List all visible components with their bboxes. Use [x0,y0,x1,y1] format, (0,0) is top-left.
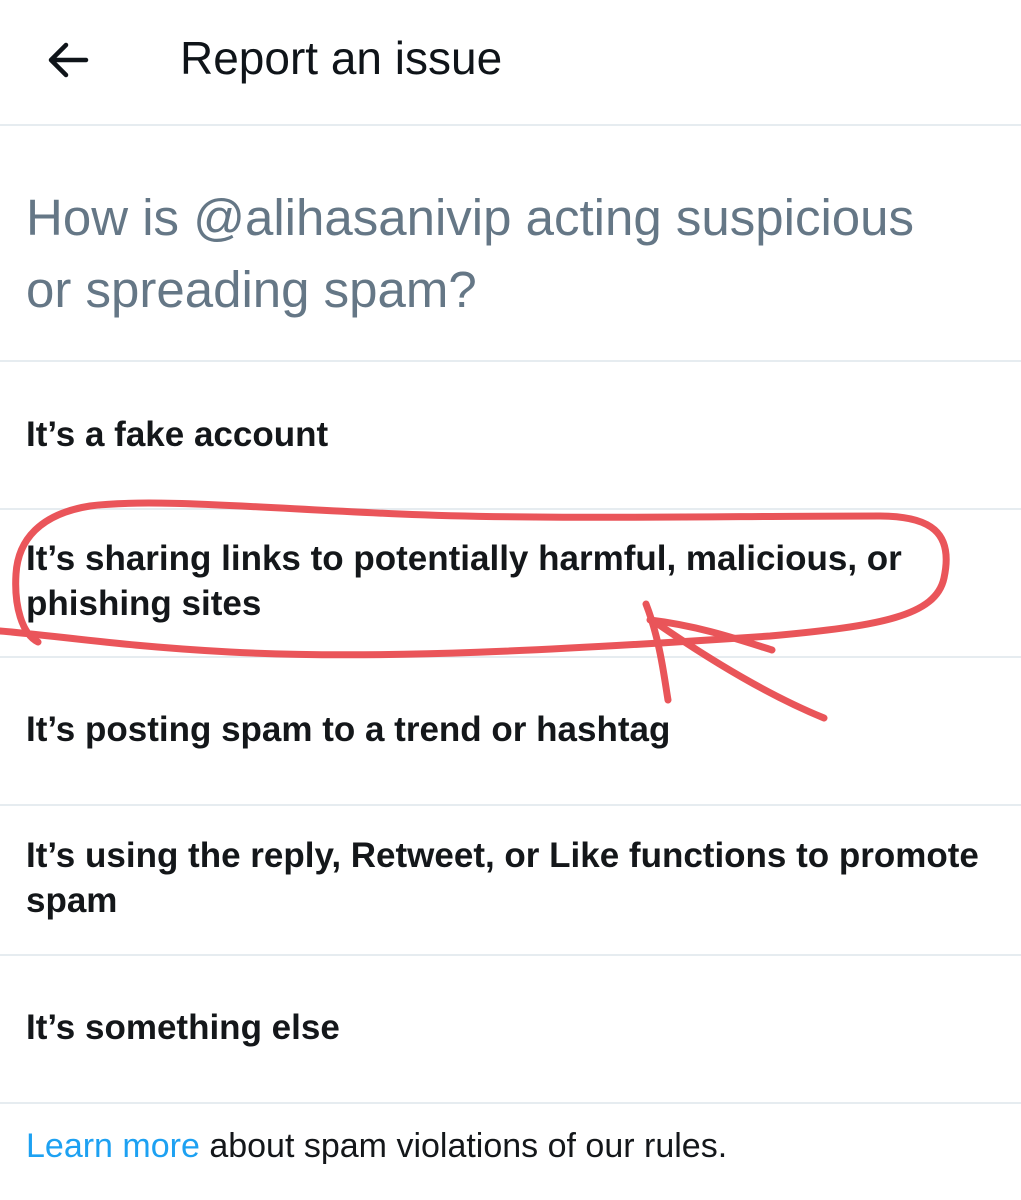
arrow-left-icon [48,42,89,78]
header-bar: Report an issue [0,0,1021,126]
option-label: It’s sharing links to potentially harmfu… [26,539,902,623]
question-heading: How is @alihasanivip acting suspicious o… [26,189,915,318]
option-reply-retweet-like-spam[interactable]: It’s using the reply, Retweet, or Like f… [0,806,1021,956]
option-fake-account[interactable]: It’s a fake account [0,362,1021,510]
footer-note: Learn more about spam violations of our … [26,1124,727,1168]
option-label: It’s something else [26,1008,340,1047]
footer-text: about spam violations of our rules. [199,1127,728,1165]
option-something-else[interactable]: It’s something else [0,956,1021,1104]
option-harmful-links[interactable]: It’s sharing links to potentially harmfu… [0,510,1021,658]
page-title: Report an issue [180,32,503,84]
option-trend-spam[interactable]: It’s posting spam to a trend or hashtag [0,658,1021,806]
question-section: How is @alihasanivip acting suspicious o… [0,126,1021,362]
option-label: It’s using the reply, Retweet, or Like f… [26,836,979,920]
option-label: It’s a fake account [26,415,329,454]
back-button[interactable] [36,30,100,90]
option-label: It’s posting spam to a trend or hashtag [26,710,671,749]
learn-more-link[interactable]: Learn more [26,1127,200,1165]
